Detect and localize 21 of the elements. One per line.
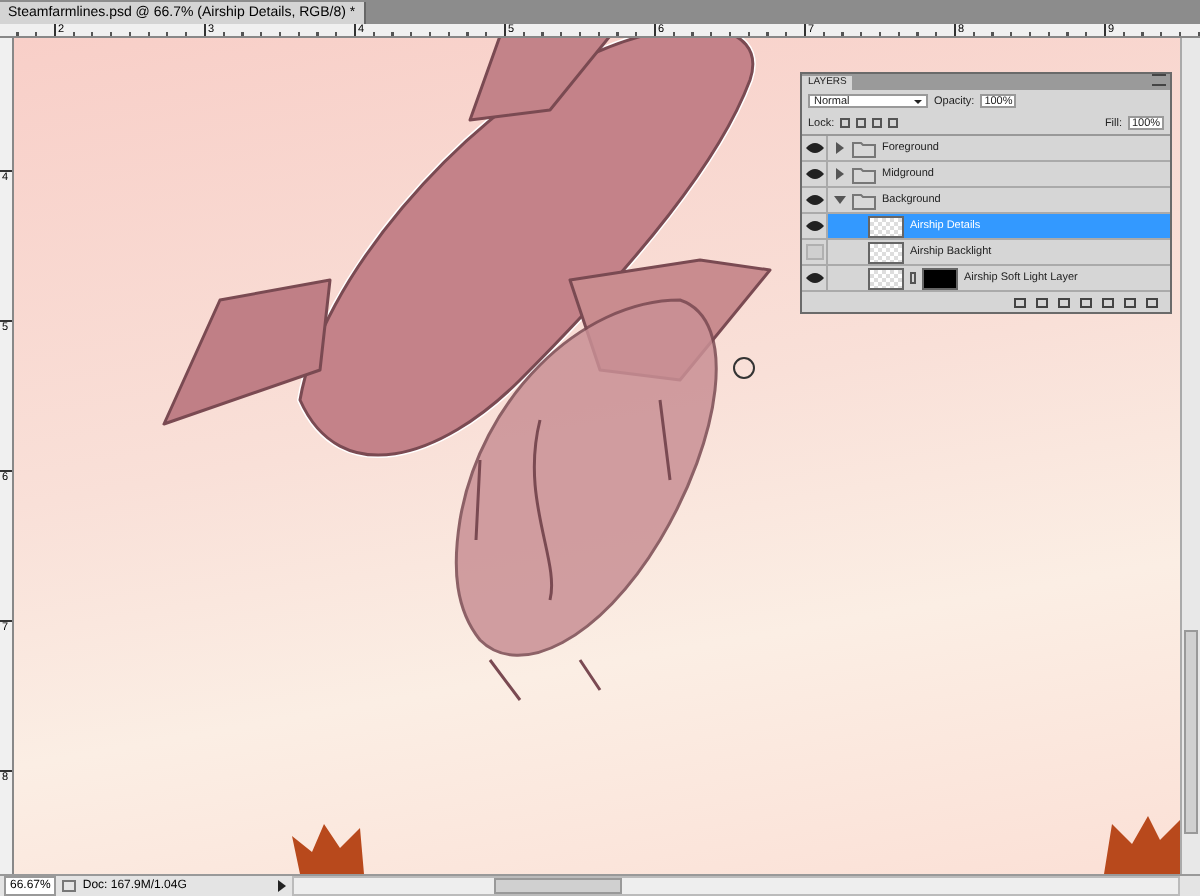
eye-icon[interactable] (805, 168, 823, 180)
brush-cursor-icon (733, 357, 755, 379)
eye-icon[interactable] (805, 272, 823, 284)
layer-thumbnail (868, 241, 904, 263)
folder-icon (852, 139, 876, 157)
eye-icon[interactable] (805, 220, 823, 232)
visibility-toggle[interactable] (805, 244, 823, 260)
horizontal-scrollbar[interactable] (292, 876, 1180, 896)
expanded-triangle-icon[interactable] (834, 194, 846, 206)
eye-icon[interactable] (805, 142, 823, 154)
crown-sketch-drawing (1104, 816, 1180, 874)
chain-icon (910, 272, 916, 284)
collapsed-triangle-icon[interactable] (834, 142, 846, 154)
vertical-scrollbar[interactable] (1180, 38, 1200, 874)
panel-menu-icon[interactable] (1152, 74, 1166, 86)
crown-sketch-drawing (292, 824, 364, 874)
layer-thumbnail (868, 215, 904, 237)
eye-icon[interactable] (805, 194, 823, 206)
layer-thumbnail (868, 267, 904, 289)
layer-mask-thumbnail (922, 267, 958, 289)
collapsed-triangle-icon[interactable] (834, 168, 846, 180)
